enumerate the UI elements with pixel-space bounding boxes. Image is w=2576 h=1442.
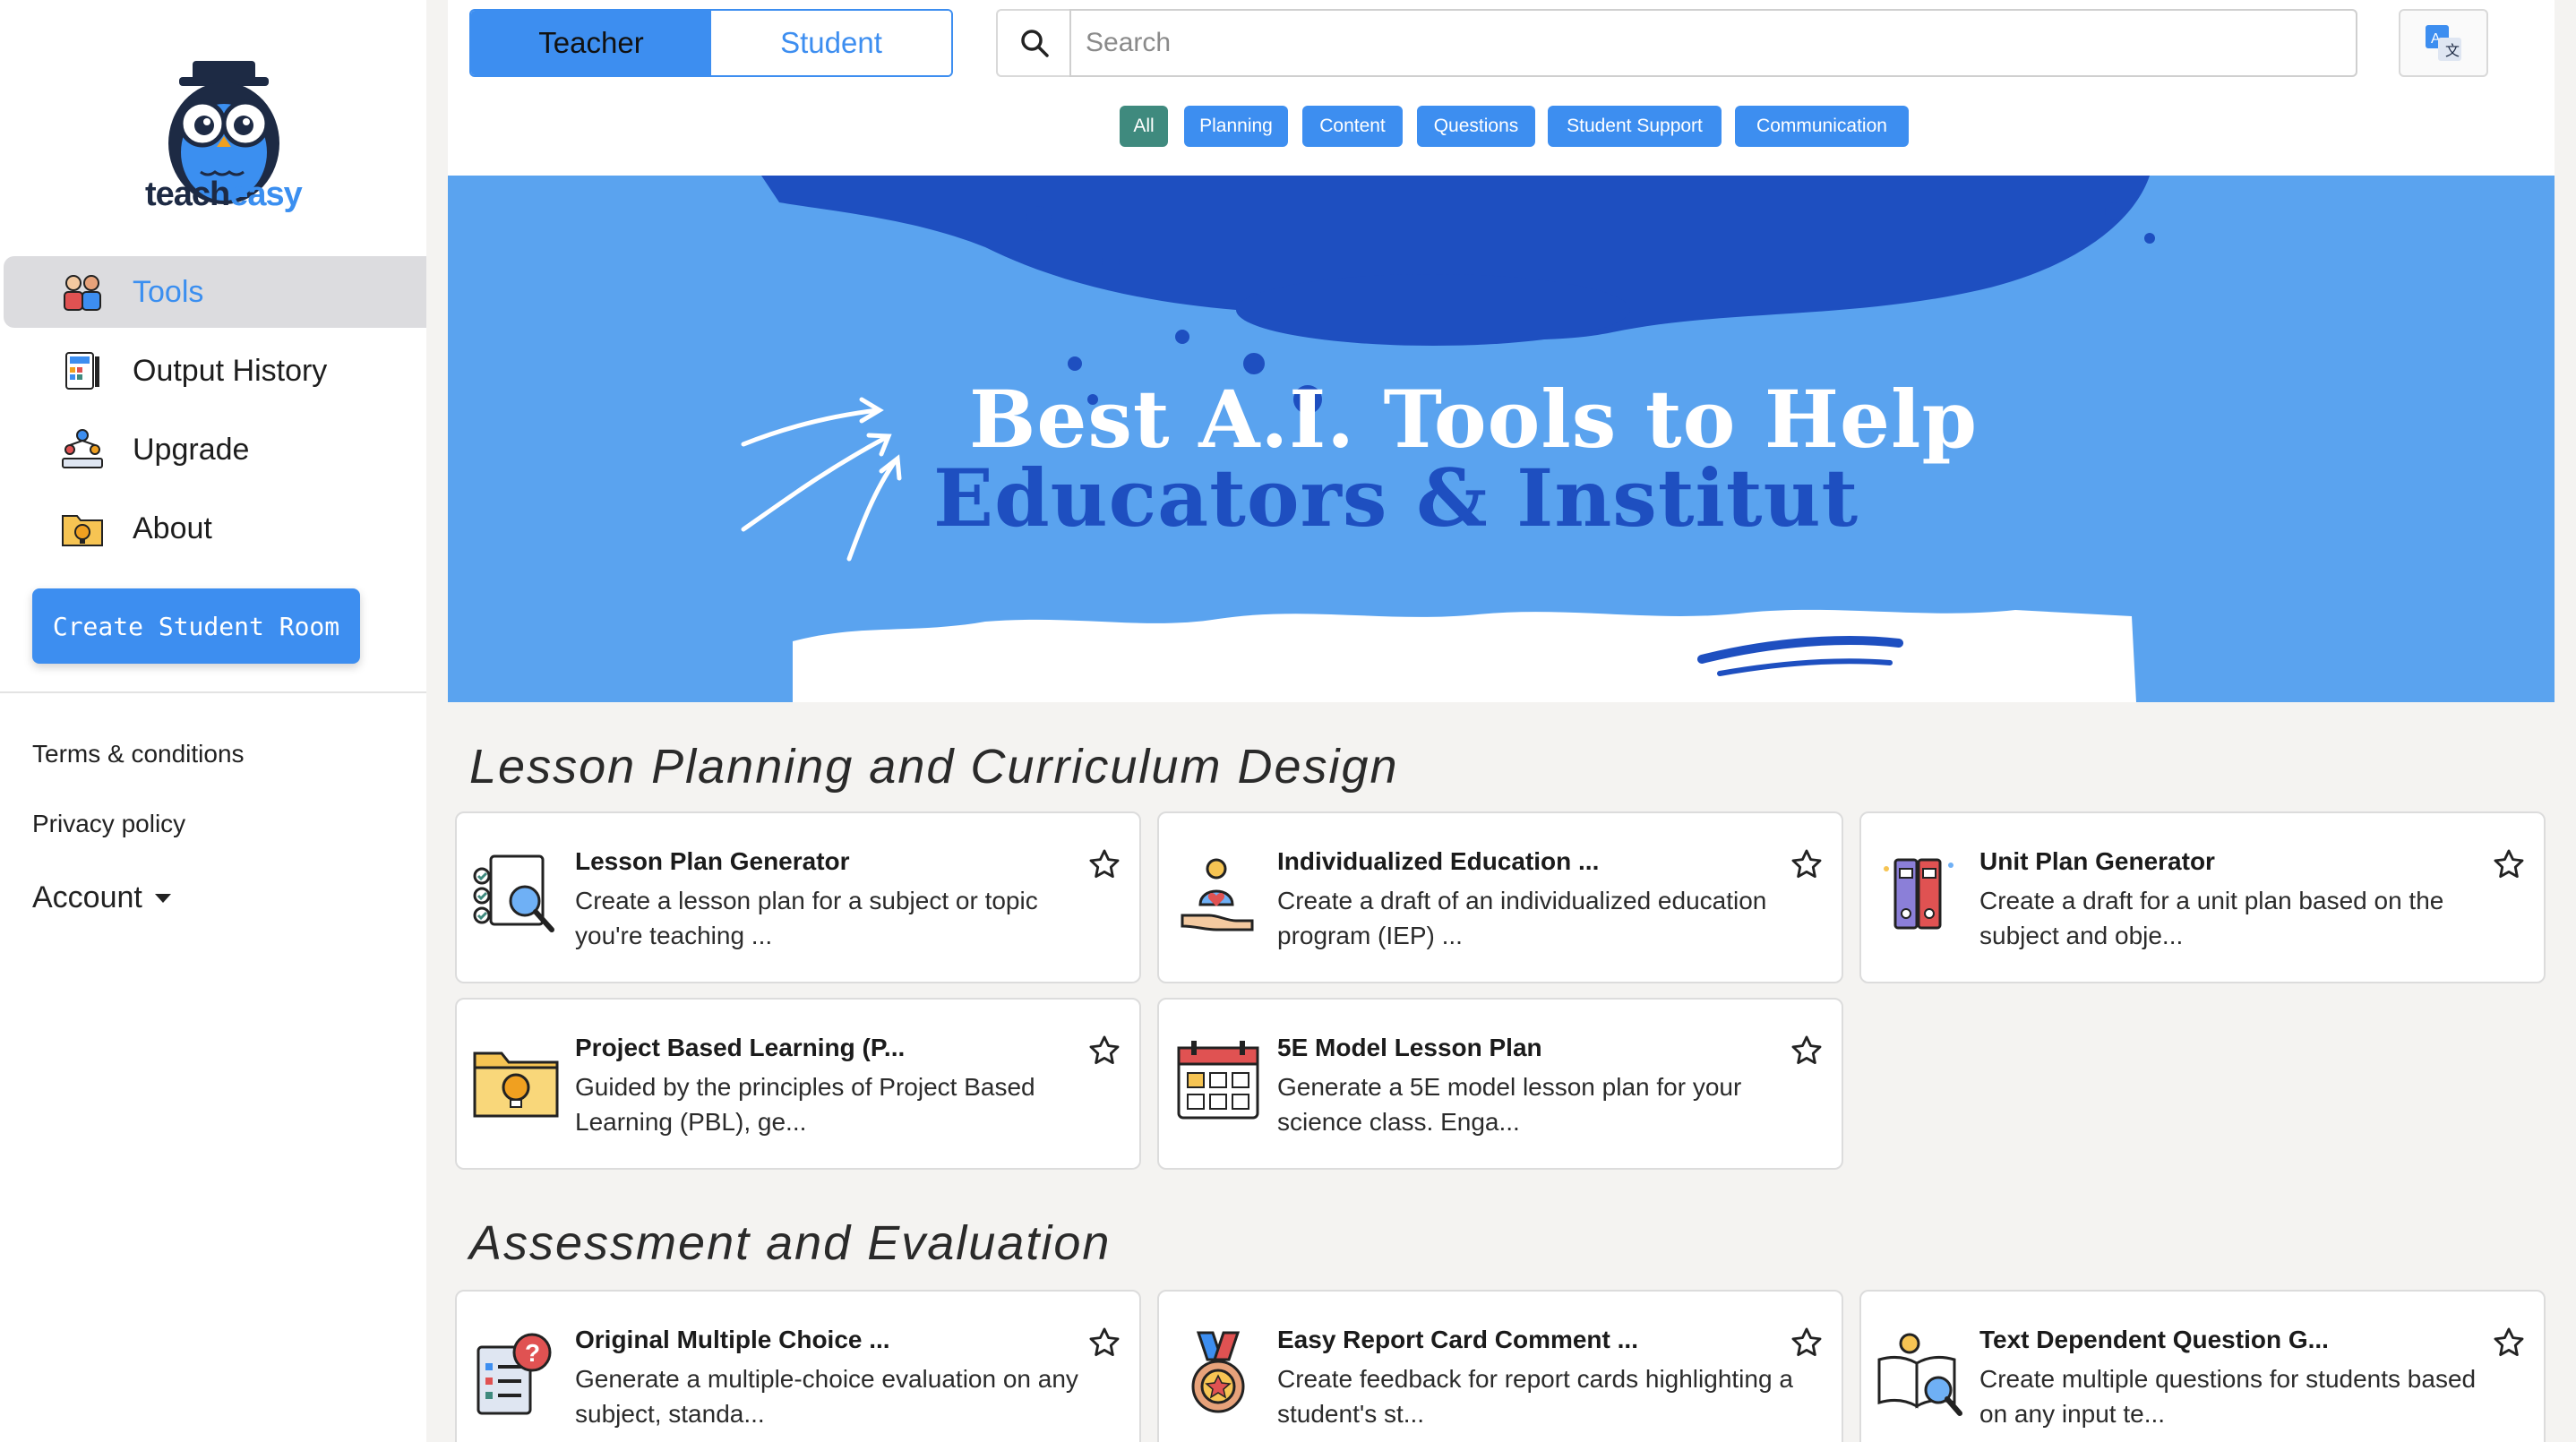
privacy-link[interactable]: Privacy policy xyxy=(32,810,185,838)
account-label: Account xyxy=(32,880,142,914)
tool-card[interactable]: Unit Plan Generator Create a draft for a… xyxy=(1859,811,2546,983)
chip-student-support[interactable]: Student Support xyxy=(1548,106,1722,147)
tool-card[interactable]: Individualized Education ... Create a dr… xyxy=(1157,811,1843,983)
card-title: Individualized Education ... xyxy=(1277,847,1600,875)
section-title: Lesson Planning and Curriculum Design xyxy=(469,740,1399,794)
brand-name-part1: teach xyxy=(145,176,230,213)
unit-plan-icon xyxy=(1884,858,1953,930)
sidebar-item-upgrade[interactable]: Upgrade xyxy=(4,414,426,485)
translate-button[interactable]: A 文 xyxy=(2399,9,2488,77)
star-icon[interactable] xyxy=(2492,847,2526,881)
teacher-toggle-button[interactable]: Teacher xyxy=(471,11,711,75)
tool-card[interactable]: 5E Model Lesson Plan Generate a 5E model… xyxy=(1157,998,1843,1170)
translate-icon: A 文 xyxy=(2426,25,2461,61)
brand-name: teacheasy xyxy=(145,176,303,214)
star-icon[interactable] xyxy=(1087,1326,1121,1360)
lesson-plan-icon xyxy=(473,854,554,932)
sidebar-divider xyxy=(0,691,426,693)
chip-planning[interactable]: Planning xyxy=(1184,106,1288,147)
card-title: Lesson Plan Generator xyxy=(575,847,850,875)
terms-link[interactable]: Terms & conditions xyxy=(32,740,245,768)
upgrade-icon xyxy=(62,429,103,468)
card-title: Text Dependent Question G... xyxy=(1979,1326,2329,1353)
sidebar-item-label: Tools xyxy=(133,274,204,309)
card-title: Original Multiple Choice ... xyxy=(575,1326,890,1353)
star-icon[interactable] xyxy=(1790,847,1824,881)
chevron-down-icon xyxy=(154,893,171,903)
star-icon[interactable] xyxy=(2492,1326,2526,1360)
card-title: Easy Report Card Comment ... xyxy=(1277,1326,1638,1353)
sidebar-item-label: Output History xyxy=(133,353,328,388)
card-description: Create a draft of an individualized educ… xyxy=(1277,887,1767,949)
search-button[interactable] xyxy=(996,9,1071,77)
search-input[interactable] xyxy=(1069,9,2357,77)
card-title: Project Based Learning (P... xyxy=(575,1034,906,1061)
about-icon xyxy=(62,515,103,546)
search-icon xyxy=(1021,30,1049,57)
student-toggle-button[interactable]: Student xyxy=(711,11,951,75)
chip-communication[interactable]: Communication xyxy=(1735,106,1909,147)
card-title: Unit Plan Generator xyxy=(1979,847,2215,875)
tool-card[interactable]: Easy Report Card Comment ... Create feed… xyxy=(1157,1290,1843,1442)
card-description: Create feedback for report cards highlig… xyxy=(1277,1365,1793,1428)
star-icon[interactable] xyxy=(1087,847,1121,881)
text-question-icon xyxy=(1877,1333,1962,1416)
card-description: Create a lesson plan for a subject or to… xyxy=(575,887,1038,949)
star-icon[interactable] xyxy=(1087,1034,1121,1068)
medal-icon xyxy=(1191,1331,1245,1413)
sidebar-item-label: Upgrade xyxy=(133,432,250,467)
project-folder-icon xyxy=(473,1051,559,1118)
svg-text:文: 文 xyxy=(2445,43,2460,59)
chip-questions[interactable]: Questions xyxy=(1417,106,1535,147)
tool-card[interactable]: Lesson Plan Generator Create a lesson pl… xyxy=(455,811,1141,983)
account-menu[interactable]: Account xyxy=(32,880,171,915)
chip-all[interactable]: All xyxy=(1120,106,1168,147)
sidebar: teacheasy Tools Output History Upgrade A… xyxy=(0,0,426,1442)
chip-content[interactable]: Content xyxy=(1302,106,1403,147)
tool-card[interactable]: Project Based Learning (P... Guided by t… xyxy=(455,998,1141,1170)
create-student-room-button[interactable]: Create Student Room xyxy=(32,588,360,664)
star-icon[interactable] xyxy=(1790,1034,1824,1068)
card-description: Generate a multiple-choice evaluation on… xyxy=(575,1365,1078,1428)
banner-headline-line2: Educators & Institut xyxy=(933,451,1859,545)
sidebar-item-tools[interactable]: Tools xyxy=(4,256,426,328)
tool-card[interactable]: Text Dependent Question G... Create mult… xyxy=(1859,1290,2546,1442)
star-icon[interactable] xyxy=(1790,1326,1824,1360)
card-description: Create multiple questions for students b… xyxy=(1979,1365,2477,1428)
card-description: Generate a 5E model lesson plan for your… xyxy=(1277,1073,1742,1136)
sidebar-item-about[interactable]: About xyxy=(4,493,426,564)
hero-banner: Best A.I. Tools to Help Educators & Inst… xyxy=(448,176,2555,702)
brand-name-part2: easy xyxy=(229,176,303,213)
section-title: Assessment and Evaluation xyxy=(469,1216,1112,1270)
sidebar-item-label: About xyxy=(133,511,212,545)
sidebar-item-output-history[interactable]: Output History xyxy=(4,335,426,407)
card-title: 5E Model Lesson Plan xyxy=(1277,1034,1542,1061)
multiple-choice-icon: ? xyxy=(477,1333,552,1415)
tools-icon xyxy=(64,275,101,311)
output-history-icon xyxy=(65,352,99,390)
tool-card[interactable]: ? Original Multiple Choice ... Generate … xyxy=(455,1290,1141,1442)
svg-text:?: ? xyxy=(525,1339,540,1367)
role-toggle: Teacher Student xyxy=(469,9,953,77)
card-description: Guided by the principles of Project Base… xyxy=(575,1073,1035,1136)
individualized-education-icon xyxy=(1181,858,1254,931)
calendar-icon xyxy=(1177,1041,1259,1120)
card-description: Create a draft for a unit plan based on … xyxy=(1979,887,2444,949)
